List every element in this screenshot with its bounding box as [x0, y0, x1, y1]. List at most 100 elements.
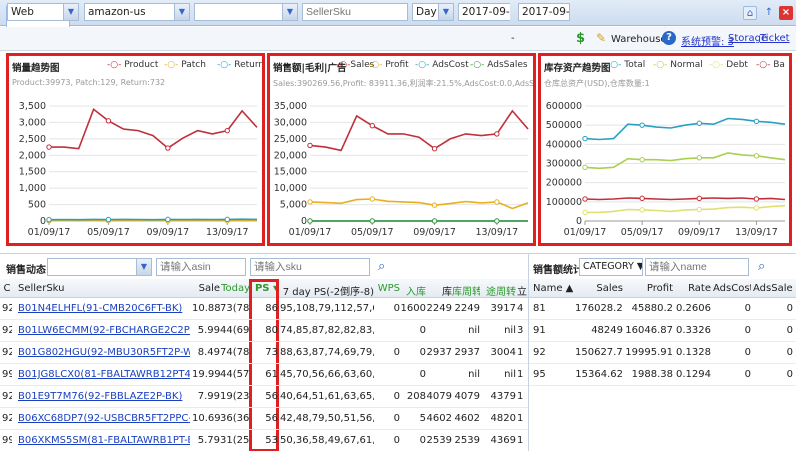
column-header[interactable]: Today: [220, 283, 250, 294]
column-header[interactable]: Sales: [575, 283, 623, 294]
table-row[interactable]: 92150627.7219995.910.1328001: [529, 342, 796, 364]
data-point[interactable]: [369, 123, 375, 129]
period-select[interactable]: Day ▼: [412, 3, 454, 21]
column-header[interactable]: AdsSales: [753, 283, 793, 294]
column-header[interactable]: 库: [426, 283, 452, 298]
data-point[interactable]: [307, 199, 313, 205]
table-row[interactable]: 92 B01LW6ECMM(92-FBCHARGE2C2P-BK) 5.9944(6…: [0, 320, 528, 342]
column-header[interactable]: SellerSku: [18, 283, 190, 294]
seller-sku-link[interactable]: B01LW6ECMM(92-FBCHARGE2C2P-BK): [18, 325, 190, 336]
data-point[interactable]: [369, 218, 375, 224]
table-row[interactable]: 91 48249 16046.87 0.3326 0 0: [529, 320, 796, 342]
name-input[interactable]: [645, 258, 749, 276]
home-icon[interactable]: ⌂: [743, 6, 757, 20]
data-point[interactable]: [753, 205, 760, 211]
data-point[interactable]: [105, 118, 112, 124]
seller-sku-link[interactable]: B01E9T7M76(92-FBBLAZE2P-BK): [18, 391, 190, 402]
data-point[interactable]: [582, 164, 588, 171]
column-header[interactable]: AdsCost: [713, 283, 751, 294]
data-point[interactable]: [307, 218, 313, 224]
table-cell: 0.1294: [676, 369, 711, 380]
help-icon[interactable]: ?: [662, 31, 676, 45]
table-cell: 40,64,51,61,63,65,45: [280, 391, 374, 402]
search-icon[interactable]: ⌕: [378, 259, 385, 274]
sales-volume-panel: 销量趋势图 Product:39973, Patch:129, Return:7…: [6, 53, 265, 246]
dollar-icon[interactable]: $: [576, 31, 585, 46]
asin-input[interactable]: [156, 258, 246, 276]
date-from-input[interactable]: 2017-09-01: [458, 3, 510, 21]
column-header[interactable]: Sale: [192, 283, 220, 294]
column-header[interactable]: 立: [517, 283, 528, 298]
column-header[interactable]: Profit: [625, 283, 673, 294]
data-point[interactable]: [696, 155, 702, 161]
sku-input[interactable]: [250, 258, 370, 276]
data-point[interactable]: [307, 142, 313, 149]
data-point[interactable]: [582, 196, 588, 202]
site-select[interactable]: amazon-us ▼: [84, 3, 190, 21]
data-point[interactable]: [431, 218, 438, 224]
data-point[interactable]: [494, 131, 500, 137]
date-to-input[interactable]: 2017-09-15: [518, 3, 570, 21]
data-point[interactable]: [753, 196, 760, 202]
seller-sku-link[interactable]: B01G802HGU(92-MBU30R5FT2P-WT): [18, 347, 190, 358]
data-point[interactable]: [46, 216, 52, 223]
table-row[interactable]: 92 B06XC68DP7(92-USBCBR5FT2PPC-BK) 10.69 36…: [0, 408, 528, 430]
category-select[interactable]: CATEGORY ▼: [579, 258, 643, 276]
data-point[interactable]: [639, 122, 645, 128]
column-header[interactable]: 7 day PS(-2倒序-8): [280, 283, 374, 298]
data-point[interactable]: [494, 199, 500, 205]
table-cell: 19.99: [192, 369, 220, 380]
table-row[interactable]: 99 B06XKMS5SM(81-FBALTAWRB1PT-BK) 5.79 31(2…: [0, 430, 528, 451]
data-point[interactable]: [582, 209, 588, 216]
seller-sku-link[interactable]: B01JG8LCX0(81-FBALTAWRB12PT4-BK): [18, 369, 190, 380]
table-row[interactable]: 92 B01E9T7M76(92-FBBLAZE2P-BK) 7.99 19(23) 5…: [0, 386, 528, 408]
refresh-icon[interactable]: ↑: [762, 6, 776, 20]
data-point[interactable]: [46, 144, 52, 150]
data-point[interactable]: [696, 206, 702, 213]
blank-select[interactable]: ▼: [194, 3, 298, 21]
data-point[interactable]: [696, 195, 702, 202]
data-point[interactable]: [696, 120, 702, 126]
column-header[interactable]: Name ▲: [533, 283, 573, 294]
sales-dynamic-select[interactable]: ▼: [47, 258, 152, 276]
data-point[interactable]: [639, 195, 645, 202]
table-row[interactable]: 92 B01N4ELHFL(91-CMB20C6FT-BK) 10.88 73(78)…: [0, 298, 528, 320]
seller-sku-input[interactable]: [302, 3, 408, 21]
data-point[interactable]: [105, 216, 112, 223]
column-header[interactable]: 库周转: [452, 283, 480, 298]
data-point[interactable]: [224, 216, 230, 223]
table-cell: 0: [419, 325, 426, 336]
close-icon[interactable]: ×: [779, 6, 793, 20]
data-point[interactable]: [582, 135, 588, 142]
warehouse-button[interactable]: Warehouse: [611, 34, 667, 45]
table-row[interactable]: 81176028.2245880.20.2606001: [529, 298, 796, 320]
seller-sku-link[interactable]: B01N4ELHFL(91-CMB20C6FT-BK): [18, 303, 190, 314]
platform-select[interactable]: Web ▼: [7, 3, 79, 21]
data-point[interactable]: [165, 216, 171, 223]
seller-sku-link[interactable]: B06XKMS5SM(81-FBALTAWRB1PT-BK): [18, 435, 190, 446]
column-header[interactable]: Rate: [675, 283, 711, 294]
ticket-link[interactable]: Ticket: [760, 33, 790, 44]
data-point[interactable]: [639, 156, 645, 163]
data-point[interactable]: [494, 218, 500, 224]
data-point[interactable]: [369, 196, 375, 202]
data-point[interactable]: [753, 118, 760, 125]
alert-link[interactable]: 系统预警: 3: [681, 33, 734, 48]
column-header[interactable]: WPS: [376, 283, 400, 294]
seller-sku-link[interactable]: B06XC68DP7(92-USBCBR5FT2PPC-BK): [18, 413, 190, 424]
data-point[interactable]: [165, 145, 171, 151]
column-header[interactable]: 途周转: [480, 283, 516, 298]
data-point[interactable]: [639, 207, 645, 213]
table-row[interactable]: 95 15364.62 1988.38 0.1294 0 0: [529, 364, 796, 386]
column-header[interactable]: 入库: [400, 283, 426, 298]
table-row[interactable]: 99B01JG8LCX0(81-FBALTAWRB12PT4-BK)19.994…: [0, 364, 528, 386]
y-tick-label: 100000: [546, 197, 582, 208]
data-point[interactable]: [224, 127, 230, 134]
data-point[interactable]: [431, 202, 438, 208]
search-icon[interactable]: ⌕: [758, 259, 765, 274]
data-point[interactable]: [431, 146, 438, 152]
data-point[interactable]: [753, 153, 760, 159]
column-header[interactable]: C: [2, 283, 12, 294]
brush-icon[interactable]: ✎: [596, 31, 606, 45]
table-row[interactable]: 92 B01G802HGU(92-MBU30R5FT2P-WT) 8.49 74(78…: [0, 342, 528, 364]
